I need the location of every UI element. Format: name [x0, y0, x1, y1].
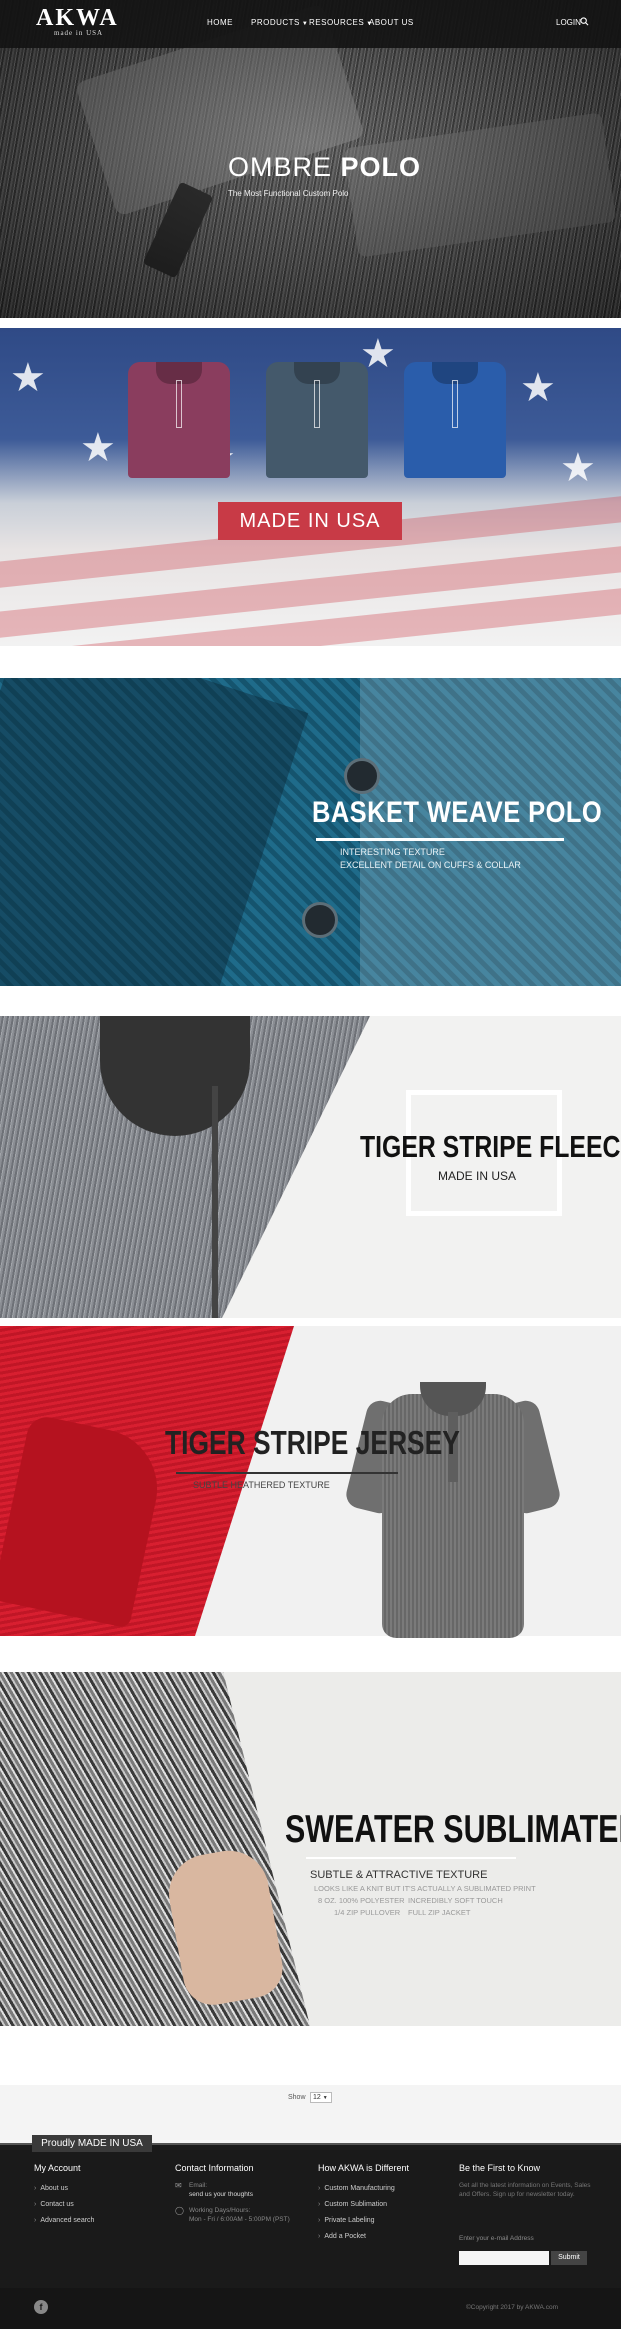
hours-label: Working Days/Hours:: [189, 2207, 251, 2214]
footer-link-contact[interactable]: Contact us: [34, 2201, 73, 2208]
grey-polo-image: [343, 1382, 563, 1650]
nav-home[interactable]: HOME: [207, 18, 233, 27]
footer-link-sublimation[interactable]: Custom Sublimation: [318, 2201, 387, 2208]
show-count-select[interactable]: 12 ▼: [310, 2092, 332, 2103]
newsletter-text: Get all the latest information on Events…: [459, 2182, 591, 2198]
hero-ombre-title: OMBRE POLO: [228, 152, 422, 182]
footer-heading-different: How AKWA is Different: [318, 2163, 410, 2173]
hero-jersey-subtitle: SUBTLE HEATHERED TEXTURE: [193, 1480, 330, 1490]
fabric-fold: [0, 678, 309, 986]
footer-heading-contact: Contact Information: [175, 2163, 254, 2173]
hero-sweater-line1: LOOKS LIKE A KNIT BUT IT'S ACTUALLY A SU…: [314, 1884, 536, 1893]
hero-sweater-subtitle: SUBTLE & ATTRACTIVE TEXTURE: [310, 1869, 488, 1881]
hero-ombre-subtitle: The Most Functional Custom Polo: [228, 189, 349, 198]
footer-link-advanced-search[interactable]: Advanced search: [34, 2217, 94, 2224]
site-header: AKWA made in USA HOME PRODUCTS ▼ RESOURCE…: [0, 0, 621, 48]
hero-sweater-feature: FULL ZIP JACKET: [408, 1908, 471, 1917]
facebook-icon[interactable]: f: [34, 2300, 48, 2314]
show-count-value: 12: [313, 2094, 321, 2101]
hero-basket-line1: INTERESTING TEXTURE: [340, 847, 445, 857]
email-link[interactable]: send us your thoughts: [189, 2191, 253, 2198]
hero-jersey-title: TIGER STRIPE JERSEY: [165, 1424, 460, 1461]
hero-basket-title: BASKET WEAVE POLO: [312, 796, 603, 829]
fabric-highlight: [360, 678, 621, 986]
divider: [176, 1472, 398, 1474]
hero-sweater-feature: 1/4 ZIP PULLOVER: [334, 1908, 401, 1917]
nav-resources[interactable]: RESOURCES ▼: [309, 18, 373, 27]
envelope-icon: ✉: [175, 2181, 182, 2190]
newsletter-submit-button[interactable]: Submit: [551, 2251, 587, 2265]
nav-products-label: PRODUCTS: [251, 18, 300, 27]
nav-resources-label: RESOURCES: [309, 18, 365, 27]
newsletter-email-input[interactable]: [459, 2251, 549, 2265]
chevron-down-icon: ▼: [301, 21, 309, 27]
divider: [316, 838, 564, 841]
polo-image-maroon: [128, 362, 230, 478]
hours-value: Mon - Fri / 6:00AM - 5:00PM (PST): [189, 2216, 290, 2223]
polo-image-slate: [266, 362, 368, 478]
chevron-down-icon: ▼: [322, 2095, 328, 2101]
email-label: Email:: [189, 2182, 208, 2189]
hero-sweater-feature: 8 OZ. 100% POLYESTER: [318, 1896, 405, 1905]
star-icon: ★: [10, 356, 46, 400]
logo-tagline: made in USA: [54, 29, 104, 37]
zipper-image: [212, 1086, 218, 1318]
polo-image-blue: [404, 362, 506, 478]
footer-link-private-labeling[interactable]: Private Labeling: [318, 2217, 374, 2224]
show-label: Show: [288, 2094, 306, 2101]
copyright: ©Copyright 2017 by AKWA.com: [466, 2304, 558, 2311]
hero-sweater-title: SWEATER SUBLIMATED: [285, 1808, 621, 1851]
footer-link-about[interactable]: About us: [34, 2185, 68, 2192]
hero-basket-weave[interactable]: [0, 678, 621, 986]
newsletter-email-label: Enter your e-mail Address: [459, 2235, 534, 2242]
footer-heading-newsletter: Be the First to Know: [459, 2163, 541, 2173]
footer-link-add-pocket[interactable]: Add a Pocket: [318, 2233, 366, 2240]
footer-link-manufacturing[interactable]: Custom Manufacturing: [318, 2185, 394, 2192]
hero-made-in-usa[interactable]: ★ ★ ★ ★ ★ ★: [0, 328, 621, 646]
star-icon: ★: [560, 446, 596, 490]
logo[interactable]: AKWA: [36, 6, 119, 30]
nav-products[interactable]: PRODUCTS ▼: [251, 18, 308, 27]
nav-about-us[interactable]: ABOUT US: [369, 18, 414, 27]
clock-icon: ◯: [175, 2206, 184, 2215]
button-image: [302, 902, 338, 938]
star-icon: ★: [80, 426, 116, 470]
made-in-usa-tag: Proudly MADE IN USA: [32, 2135, 152, 2152]
footer-heading-account: My Account: [34, 2163, 81, 2173]
star-icon: ★: [520, 366, 556, 410]
hero-fleece-subtitle: MADE IN USA: [438, 1169, 517, 1183]
divider: [306, 1857, 516, 1859]
placket: [176, 380, 182, 428]
button-image: [344, 758, 380, 794]
made-in-usa-badge: MADE IN USA: [218, 502, 402, 540]
search-icon[interactable]: [580, 17, 589, 26]
placket: [314, 380, 320, 428]
login-link[interactable]: LOGIN: [556, 18, 581, 27]
hero-sweater-feature: INCREDIBLY SOFT TOUCH: [408, 1896, 503, 1905]
placket: [452, 380, 458, 428]
hero-fleece-title: TIGER STRIPE FLEECE: [360, 1129, 621, 1164]
hero-basket-line2: EXCELLENT DETAIL ON CUFFS & COLLAR: [340, 860, 521, 870]
